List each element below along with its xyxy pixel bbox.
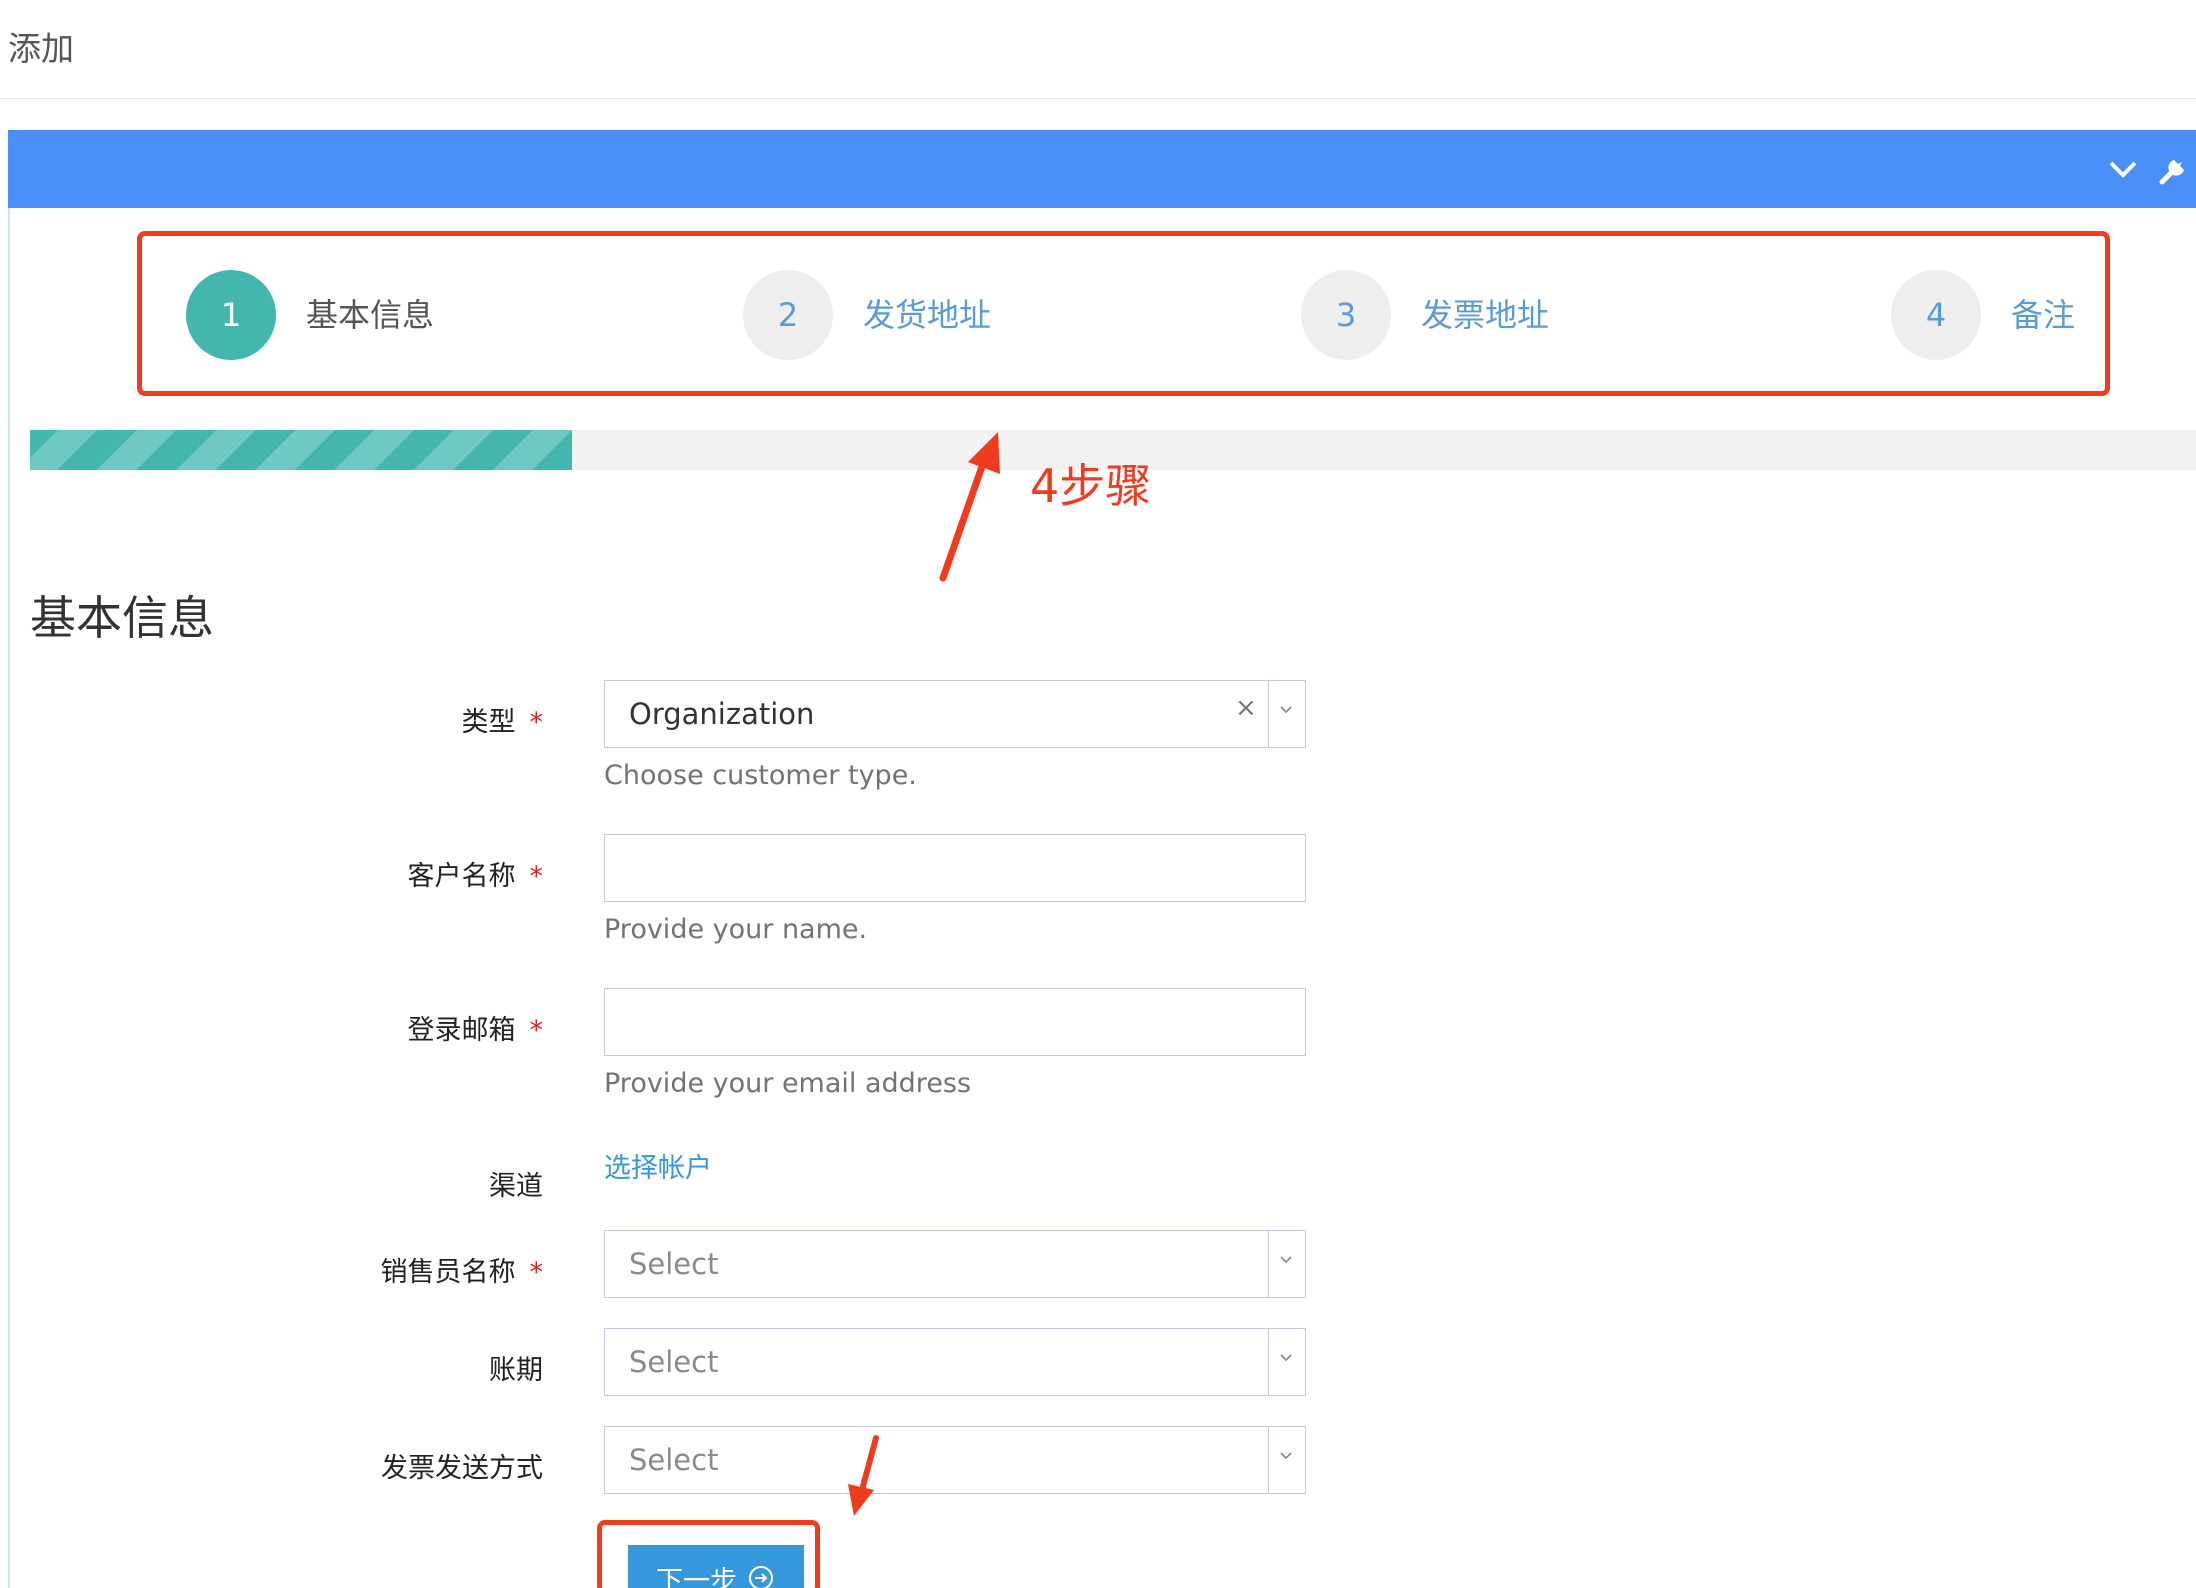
wizard-progress-fill xyxy=(30,430,572,470)
type-select-value: Organization xyxy=(629,697,815,731)
salesperson-select-toggle[interactable] xyxy=(1268,1231,1305,1297)
required-mark: * xyxy=(529,707,544,738)
login-email-help-text: Provide your email address xyxy=(604,1068,972,1099)
invoice-delivery-select[interactable]: Select xyxy=(604,1426,1306,1494)
invoice-delivery-select-toggle[interactable] xyxy=(1268,1427,1305,1493)
invoice-delivery-placeholder: Select xyxy=(629,1443,719,1477)
invoice-delivery-label: 发票发送方式 xyxy=(381,1453,543,1484)
type-select[interactable]: Organization × xyxy=(604,680,1306,748)
select-account-link[interactable]: 选择帐户 xyxy=(604,1146,712,1185)
login-email-label: 登录邮箱 * xyxy=(407,1015,544,1046)
portlet-header-bar xyxy=(8,130,2196,208)
type-select-toggle[interactable] xyxy=(1268,681,1305,747)
section-title: 基本信息 xyxy=(30,591,214,645)
type-help-text: Choose customer type. xyxy=(604,760,917,791)
chevron-down-icon xyxy=(1280,1452,1292,1460)
payment-terms-label: 账期 xyxy=(489,1355,543,1386)
annotation-label: 4步骤 xyxy=(1030,459,1152,513)
customer-name-help-text: Provide your name. xyxy=(604,914,868,945)
payment-terms-placeholder: Select xyxy=(629,1345,719,1379)
steps-highlight-box xyxy=(137,231,2110,396)
required-mark: * xyxy=(529,1257,544,1288)
type-label: 类型 * xyxy=(461,707,544,738)
wrench-icon[interactable] xyxy=(2156,152,2192,188)
payment-terms-select[interactable]: Select xyxy=(604,1328,1306,1396)
salesperson-placeholder: Select xyxy=(629,1247,719,1281)
required-mark: * xyxy=(529,1015,544,1046)
salesperson-label: 销售员名称 * xyxy=(380,1257,544,1288)
clear-icon[interactable]: × xyxy=(1235,693,1257,723)
customer-name-input[interactable] xyxy=(604,834,1306,902)
channel-label: 渠道 xyxy=(489,1171,543,1202)
chevron-down-icon xyxy=(1280,1354,1292,1362)
required-mark: * xyxy=(529,861,544,892)
login-email-input[interactable] xyxy=(604,988,1306,1056)
page-title: 添加 xyxy=(8,29,74,68)
page-header: 添加 xyxy=(0,0,2196,99)
chevron-down-icon xyxy=(1280,1256,1292,1264)
payment-terms-select-toggle[interactable] xyxy=(1268,1329,1305,1395)
chevron-down-icon xyxy=(1280,706,1292,714)
customer-name-label: 客户名称 * xyxy=(407,861,544,892)
collapse-chevron-icon[interactable] xyxy=(2106,152,2140,186)
salesperson-select[interactable]: Select xyxy=(604,1230,1306,1298)
next-button-highlight-box xyxy=(597,1520,820,1588)
